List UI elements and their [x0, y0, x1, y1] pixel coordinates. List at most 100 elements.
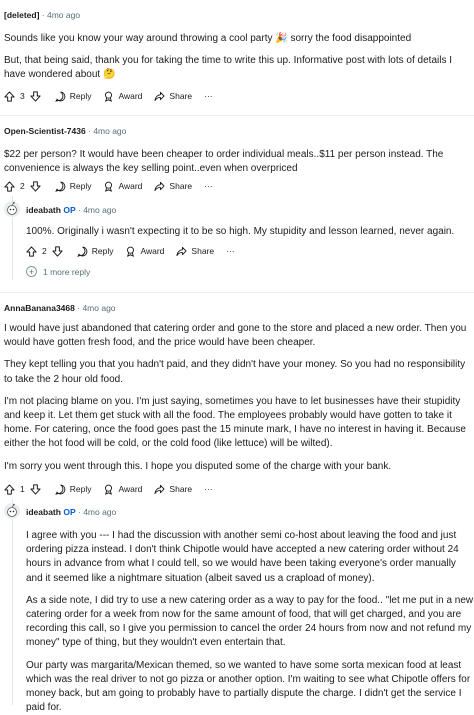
reply-button[interactable]: Reply	[54, 181, 92, 192]
vote-controls: 3	[4, 90, 41, 102]
expand-plus-icon: +	[26, 266, 37, 277]
award-icon	[105, 484, 113, 495]
award-icon	[105, 181, 113, 192]
comment-body: I would have just abandoned that caterin…	[4, 322, 472, 474]
vote-controls: 2	[26, 245, 63, 257]
comment-time[interactable]: 4mo ago	[47, 10, 80, 20]
reply-button[interactable]: Reply	[54, 91, 92, 102]
more-icon: ···	[204, 484, 213, 494]
snoo-avatar-icon	[7, 503, 17, 517]
award-label: Award	[118, 91, 143, 101]
comment-divider	[0, 115, 474, 116]
reply-label: Reply	[91, 246, 114, 256]
comment-time[interactable]: 4mo ago	[83, 205, 116, 215]
comment-author[interactable]: AnnaBanana3468	[4, 303, 75, 313]
comment-body: I agree with you --- I had the discussio…	[26, 529, 474, 715]
reply-label: Reply	[69, 181, 92, 191]
comment-paragraph: $22 per person? It would have been cheap…	[4, 149, 444, 175]
vote-controls: 2	[4, 180, 41, 192]
downvote-icon[interactable]	[30, 483, 41, 495]
share-label: Share	[169, 181, 193, 191]
downvote-icon[interactable]	[30, 90, 41, 102]
comment-author[interactable]: ideabath	[26, 205, 61, 215]
more-icon: ···	[204, 91, 213, 101]
share-icon	[176, 246, 187, 256]
reply-icon	[54, 181, 66, 192]
comment-body: Sounds like you know your way around thr…	[4, 32, 472, 83]
award-button[interactable]: Award	[103, 484, 142, 495]
upvote-icon[interactable]	[4, 483, 15, 495]
comment-meta: ideabath OP · 4mo ago	[26, 205, 117, 215]
upvote-icon[interactable]	[4, 90, 15, 102]
comment-body: 100%. Originally i wasn't expecting it t…	[26, 225, 470, 239]
more-replies-button[interactable]: + 1 more reply	[26, 266, 90, 277]
more-icon: ···	[226, 246, 235, 256]
share-icon	[154, 181, 165, 191]
comment-paragraph: I agree with you --- I had the discussio…	[26, 530, 459, 584]
downvote-icon[interactable]	[30, 180, 41, 192]
reply-icon	[54, 484, 66, 495]
award-label: Award	[118, 181, 143, 191]
share-label: Share	[191, 246, 215, 256]
more-options-button[interactable]: ···	[226, 246, 235, 256]
upvote-icon[interactable]	[4, 180, 15, 192]
award-icon	[105, 91, 113, 102]
avatar[interactable]	[4, 503, 20, 519]
comment-time[interactable]: 4mo ago	[82, 303, 115, 313]
more-icon: ···	[204, 181, 213, 191]
share-label: Share	[169, 484, 193, 494]
vote-count: 2	[20, 181, 25, 191]
vote-count: 2	[42, 246, 47, 256]
comment-time[interactable]: 4mo ago	[83, 507, 116, 517]
comment-paragraph: They kept telling you that you hadn't pa…	[4, 359, 466, 385]
comment-body: $22 per person? It would have been cheap…	[4, 148, 474, 176]
comment-author[interactable]: Open-Scientist-7436	[4, 126, 86, 136]
award-label: Award	[118, 484, 143, 494]
comment-actions: 2 Reply Award Share ···	[26, 243, 247, 259]
share-button[interactable]: Share	[154, 91, 192, 102]
award-icon	[127, 246, 135, 257]
share-button[interactable]: Share	[154, 484, 192, 495]
award-button[interactable]: Award	[125, 246, 164, 257]
thread-line	[12, 499, 13, 705]
award-button[interactable]: Award	[103, 91, 142, 102]
comment-meta: Open-Scientist-7436 · 4mo ago	[4, 126, 127, 136]
comment-actions: 3 Reply Award Share ···	[4, 88, 225, 104]
comment-paragraph: Our party was margarita/Mexican themed, …	[26, 659, 471, 714]
share-icon	[154, 484, 165, 494]
comment-meta: ideabath OP · 4mo ago	[26, 507, 117, 517]
comment-paragraph: I'm sorry you went through this. I hope …	[4, 460, 392, 472]
op-badge: OP	[63, 205, 76, 215]
comment-author[interactable]: [deleted]	[4, 10, 39, 20]
more-options-button[interactable]: ···	[204, 91, 213, 101]
vote-count: 1	[20, 484, 25, 494]
comment-author[interactable]: ideabath	[26, 507, 61, 517]
comment-paragraph: But, that being said, thank you for taki…	[4, 55, 453, 81]
upvote-icon[interactable]	[26, 245, 37, 257]
more-options-button[interactable]: ···	[204, 484, 213, 494]
comment-paragraph: I would have just abandoned that caterin…	[4, 323, 467, 349]
comment-paragraph: 100%. Originally i wasn't expecting it t…	[26, 226, 455, 237]
more-replies-label: 1 more reply	[43, 266, 91, 277]
share-icon	[154, 91, 165, 101]
vote-controls: 1	[4, 483, 41, 495]
comment-actions: 2 Reply Award Share ···	[4, 178, 225, 194]
op-badge: OP	[63, 507, 76, 517]
award-button[interactable]: Award	[103, 181, 142, 192]
downvote-icon[interactable]	[52, 245, 63, 257]
more-options-button[interactable]: ···	[204, 181, 213, 191]
avatar[interactable]	[4, 201, 20, 217]
share-button[interactable]: Share	[154, 181, 192, 192]
share-label: Share	[169, 91, 193, 101]
vote-count: 3	[20, 91, 25, 101]
reply-button[interactable]: Reply	[76, 246, 114, 257]
comment-paragraph: Sounds like you know your way around thr…	[4, 33, 412, 44]
reply-button[interactable]: Reply	[54, 484, 91, 495]
snoo-avatar-icon	[7, 201, 17, 215]
reply-icon	[54, 91, 66, 102]
share-button[interactable]: Share	[176, 246, 214, 257]
comment-meta: AnnaBanana3468 · 4mo ago	[4, 303, 116, 313]
comment-actions: 1 Reply Award Share ···	[4, 481, 225, 497]
comment-time[interactable]: 4mo ago	[93, 126, 126, 136]
reply-label: Reply	[69, 91, 92, 101]
